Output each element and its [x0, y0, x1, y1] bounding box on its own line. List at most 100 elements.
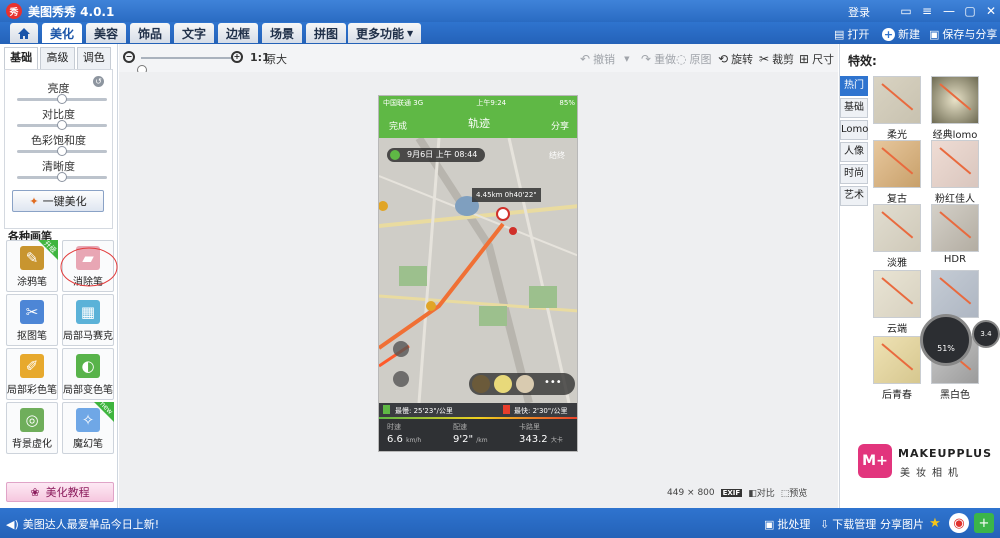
phone-nav-bar: 完成 轨迹 分享 [379, 110, 577, 138]
download-manager-button[interactable]: ⇩ 下载管理 [820, 516, 876, 532]
tab-face[interactable]: 美容 [86, 23, 127, 43]
fx-category-hot[interactable]: 热门 [840, 76, 868, 96]
fx-category-fashion[interactable]: 时尚 [840, 164, 868, 184]
fx-category-portrait[interactable]: 人像 [840, 142, 868, 162]
effect-soft-light[interactable]: 柔光 [872, 76, 922, 141]
canvas-info: 449 × 800 EXIF ◧对比 ⬚预览 [667, 486, 808, 500]
compare-button[interactable]: ◧对比 [748, 486, 775, 499]
canvas-area: 中国联通 3G 上午9:24 85% 完成 轨迹 分享 9月6日 上午 08:4… [119, 72, 838, 508]
one-click-beautify-button[interactable]: ✦ 一键美化 [12, 190, 104, 212]
makeupplus-title: MAKEUPPLUS [898, 447, 993, 460]
tool-local-recolor-pen[interactable]: ◐ 局部变色笔 [62, 348, 114, 400]
download-icon: ⇩ [820, 517, 830, 531]
new-button[interactable]: + 新建 [882, 26, 920, 42]
zoom-out-icon[interactable]: − [123, 51, 135, 63]
effect-youth[interactable]: 后青春 [872, 336, 922, 401]
effect-cloud[interactable]: 云端 [872, 270, 922, 335]
tool-background-blur[interactable]: ◎ 背景虚化 [6, 402, 58, 454]
effect-classic-lomo[interactable]: 经典lomo [930, 76, 980, 141]
fx-category-art[interactable]: 艺术 [840, 186, 868, 206]
tool-local-mosaic[interactable]: ▦ 局部马赛克 [62, 294, 114, 346]
mosaic-icon: ▦ [76, 300, 100, 324]
home-icon [18, 27, 30, 39]
tool-eraser-pen[interactable]: ▰ 消除笔 [60, 240, 118, 292]
effect-thumb [931, 76, 979, 124]
message-icon[interactable]: ▭ [897, 3, 915, 19]
effect-pink-lady[interactable]: 粉红佳人 [930, 140, 980, 205]
stat-unit: /km [476, 437, 488, 444]
home-button[interactable] [10, 23, 38, 43]
makeupplus-ad[interactable]: M+ MAKEUPPLUS 美妆相机 [858, 444, 991, 484]
saturation-slider[interactable] [17, 146, 107, 156]
close-icon[interactable]: ✕ [982, 3, 1000, 19]
stat-label: 配速 [453, 423, 467, 431]
tool-label: 局部变色笔 [63, 385, 113, 396]
tool-cutout-pen[interactable]: ✂ 抠图笔 [6, 294, 58, 346]
tab-border[interactable]: 边框 [218, 23, 259, 43]
effect-elegant[interactable]: 淡雅 [872, 204, 922, 269]
paint-bucket-icon: ◐ [76, 354, 100, 378]
share-picture-button[interactable]: 分享图片 [880, 516, 924, 532]
tab-decorations[interactable]: 饰品 [130, 23, 171, 43]
avatar [472, 375, 490, 393]
adjust-subtabs: 基础 高级 调色 [4, 47, 113, 69]
subtab-basic[interactable]: 基础 [4, 47, 39, 69]
brightness-slider[interactable] [17, 94, 107, 104]
original-size-label[interactable]: 原大 [265, 51, 287, 67]
exif-button[interactable]: EXIF [720, 488, 743, 497]
avatar [494, 375, 512, 393]
login-link[interactable]: 登录 [848, 4, 870, 20]
tool-label: 抠图笔 [17, 331, 47, 342]
tool-local-color-pen[interactable]: ✐ 局部彩色笔 [6, 348, 58, 400]
tool-label: 涂鸦笔 [17, 277, 47, 288]
tab-scene[interactable]: 场景 [262, 23, 303, 43]
effect-retro[interactable]: 复古 [872, 140, 922, 205]
add-icon[interactable]: + [974, 513, 994, 533]
promo-message[interactable]: ◀) 美图达人最爱单品今日上新! [6, 516, 159, 532]
effect-unlabeled[interactable] [930, 270, 980, 320]
run-stats: 时速 6.6 km/h 配速 9'2" /km 卡路里 343.2 大卡 [379, 419, 577, 451]
weibo-icon[interactable]: ◉ [949, 513, 969, 533]
contrast-slider[interactable] [17, 120, 107, 130]
photo-preview[interactable]: 中国联通 3G 上午9:24 85% 完成 轨迹 分享 9月6日 上午 08:4… [378, 95, 578, 452]
effect-hdr[interactable]: HDR [930, 204, 980, 265]
zoom-in-icon[interactable]: + [231, 51, 243, 63]
subtab-color[interactable]: 调色 [76, 47, 111, 69]
image-dimensions: 449 × 800 [667, 487, 715, 498]
redo-button[interactable]: ↷ 重做 [641, 51, 676, 67]
rotate-button[interactable]: ⟲ 旋转 [718, 51, 753, 67]
effect-thumb [931, 140, 979, 188]
tab-text[interactable]: 文字 [174, 23, 215, 43]
beautify-tutorial-button[interactable]: ❀ 美化教程 [6, 482, 114, 502]
zoom-slider[interactable] [137, 57, 233, 75]
undo-button[interactable]: ↶ 撤销 ▼ [580, 51, 629, 67]
fx-category-lomo[interactable]: Lomo [840, 120, 868, 140]
fx-category-basic[interactable]: 基础 [840, 98, 868, 118]
tool-magic-pen[interactable]: ✧ 魔幻笔 new [62, 400, 114, 454]
original-image-button[interactable]: ◌ 原图 [676, 51, 711, 67]
tab-collage[interactable]: 拼图 [306, 23, 347, 43]
compare-icon: ◧ [748, 489, 757, 499]
save-share-button[interactable]: ▣ 保存与分享 [929, 26, 997, 42]
subtab-advanced[interactable]: 高级 [40, 47, 75, 69]
maximize-icon[interactable]: ▢ [961, 3, 979, 19]
open-button[interactable]: ▤ 打开 [834, 26, 869, 42]
fastest-label: 最快: 2'30"/公里 [514, 407, 568, 415]
star-icon[interactable]: ★ [925, 513, 945, 533]
minimize-icon[interactable]: — [940, 3, 958, 19]
batch-process-button[interactable]: ▣ 批处理 [764, 516, 810, 532]
resize-button[interactable]: ⊞ 尺寸 [799, 51, 834, 67]
brightness-knob[interactable] [57, 94, 67, 104]
tab-beautify[interactable]: 美化 [42, 23, 83, 43]
tool-doodle-pen[interactable]: ✎ 涂鸦笔 升级 [6, 239, 58, 292]
stat-unit: 大卡 [550, 437, 563, 444]
crop-button[interactable]: ✂ 裁剪 [759, 51, 794, 67]
tab-more-features[interactable]: 更多功能 ▼ [348, 23, 422, 43]
menu-icon[interactable]: ≡ [918, 3, 936, 19]
sharpness-slider[interactable] [17, 172, 107, 182]
stat-pace: 配速 9'2" /km [453, 422, 519, 445]
sharpness-knob[interactable] [57, 172, 67, 182]
contrast-knob[interactable] [57, 120, 67, 130]
saturation-knob[interactable] [57, 146, 67, 156]
preview-button[interactable]: ⬚预览 [781, 486, 808, 499]
